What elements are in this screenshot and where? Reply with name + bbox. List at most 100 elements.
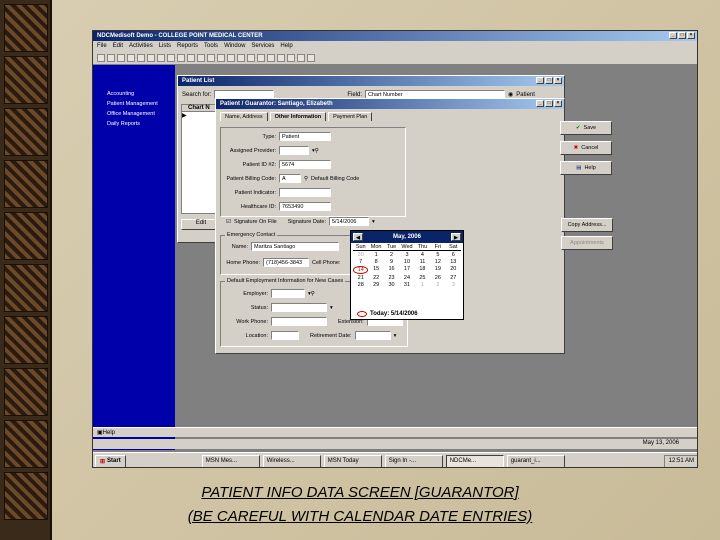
calendar-day[interactable]: 1 [415, 282, 430, 288]
menu-activities[interactable]: Activities [129, 43, 153, 49]
calendar-day[interactable]: 19 [430, 266, 445, 274]
calendar-day[interactable]: 8 [368, 259, 383, 265]
toolbar-icon[interactable] [147, 53, 155, 62]
calendar-day[interactable]: 23 [384, 275, 399, 281]
minimize-button[interactable]: _ [536, 100, 544, 107]
toolbar-icon[interactable] [157, 53, 165, 62]
calendar-day-selected[interactable]: 14 [353, 266, 369, 274]
location-input[interactable] [271, 331, 299, 340]
calendar-day[interactable]: 29 [368, 282, 383, 288]
calendar-day[interactable]: 4 [415, 252, 430, 258]
task-guarantor-image[interactable]: guarant_i... [506, 454, 565, 467]
calendar-day[interactable]: 9 [384, 259, 399, 265]
menu-file[interactable]: File [97, 43, 107, 49]
menu-edit[interactable]: Edit [113, 43, 123, 49]
toolbar-icon[interactable] [137, 53, 145, 62]
start-button[interactable]: ⊞ Start [95, 454, 126, 467]
toolbar-icon[interactable] [307, 53, 315, 62]
close-button[interactable]: × [554, 100, 562, 107]
cancel-button[interactable]: ✖ Cancel [560, 141, 612, 155]
toolbar-icon[interactable] [297, 53, 305, 62]
toolbar-icon[interactable] [227, 53, 235, 62]
work-phone-input[interactable] [271, 317, 327, 326]
calendar-day[interactable]: 10 [399, 259, 414, 265]
nav-accounting[interactable]: Accounting [107, 91, 175, 97]
toolbar-icon[interactable] [217, 53, 225, 62]
calendar-day[interactable]: 30 [384, 282, 399, 288]
calendar-day[interactable]: 31 [399, 282, 414, 288]
toolbar-icon[interactable] [177, 53, 185, 62]
calendar-day[interactable]: 20 [446, 266, 461, 274]
tab-name-address[interactable]: Name, Address [220, 112, 268, 121]
minimize-button[interactable]: _ [669, 32, 677, 39]
lookup-icon[interactable]: ▾⚲ [308, 291, 315, 297]
nav-office-management[interactable]: Office Management [107, 111, 175, 117]
task-msn-messenger[interactable]: MSN Mes... [201, 454, 260, 467]
toolbar-icon[interactable] [237, 53, 245, 62]
toolbar-icon[interactable] [257, 53, 265, 62]
status-dropdown-icon[interactable]: ▾ [330, 305, 333, 311]
toolbar-icon[interactable] [197, 53, 205, 62]
prev-month-button[interactable]: ◀ [353, 233, 363, 241]
calendar-day[interactable]: 18 [415, 266, 430, 274]
minimize-button[interactable]: _ [536, 77, 544, 84]
save-button[interactable]: ✔ Save [560, 121, 612, 135]
status-select[interactable] [271, 303, 327, 312]
calendar-today[interactable]: Today: 5/14/2006 [357, 311, 418, 317]
tab-other-information[interactable]: Other Information [269, 112, 327, 121]
employer-select[interactable] [271, 289, 305, 298]
billing-code-select[interactable]: A [279, 174, 301, 183]
toolbar-icon[interactable] [117, 53, 125, 62]
type-select[interactable]: Patient [279, 132, 331, 141]
calendar-day[interactable]: 3 [399, 252, 414, 258]
toolbar-icon[interactable] [267, 53, 275, 62]
patient-indicator-input[interactable] [279, 188, 331, 197]
assigned-provider-select[interactable] [279, 146, 309, 155]
copy-address-button[interactable]: Copy Address... [561, 218, 613, 232]
maximize-button[interactable]: □ [545, 100, 553, 107]
calendar-day[interactable]: 6 [446, 252, 461, 258]
menu-services[interactable]: Services [251, 43, 274, 49]
date-dropdown-icon[interactable]: ▾ [372, 219, 375, 225]
calendar-day[interactable]: 27 [446, 275, 461, 281]
maximize-button[interactable]: □ [545, 77, 553, 84]
menu-help[interactable]: Help [280, 43, 292, 49]
toolbar-icon[interactable] [247, 53, 255, 62]
menu-reports[interactable]: Reports [177, 43, 198, 49]
calendar-day[interactable]: 28 [353, 282, 368, 288]
calendar-day[interactable]: 5 [430, 252, 445, 258]
calendar-day[interactable]: 25 [415, 275, 430, 281]
toolbar-icon[interactable] [107, 53, 115, 62]
patient-radio[interactable]: ◉ [508, 91, 513, 98]
calendar-day[interactable]: 22 [368, 275, 383, 281]
retirement-date-input[interactable] [354, 331, 391, 340]
calendar-day[interactable]: 2 [430, 282, 445, 288]
toolbar-icon[interactable] [207, 53, 215, 62]
patient-id2-input[interactable]: 5674 [279, 160, 331, 169]
task-ndcmedisoft[interactable]: NDCMe... [445, 454, 504, 467]
close-button[interactable]: × [554, 77, 562, 84]
toolbar-icon[interactable] [127, 53, 135, 62]
calendar-day[interactable]: 15 [368, 266, 383, 274]
close-button[interactable]: × [687, 32, 695, 39]
next-month-button[interactable]: ▶ [450, 233, 461, 241]
calendar-day[interactable]: 26 [430, 275, 445, 281]
nav-daily-reports[interactable]: Daily Reports [107, 121, 175, 127]
calendar-day[interactable]: 12 [430, 259, 445, 265]
calendar-day[interactable]: 17 [399, 266, 414, 274]
calendar-day[interactable]: 30 [353, 252, 368, 258]
signature-checkbox[interactable]: ☑ [226, 219, 231, 225]
toolbar-icon[interactable] [287, 53, 295, 62]
calendar-day[interactable]: 3 [446, 282, 461, 288]
appointments-button[interactable]: Appointments [561, 236, 613, 250]
toolbar-icon[interactable] [277, 53, 285, 62]
lookup-icon[interactable]: ⚲ [304, 176, 308, 182]
maximize-button[interactable]: □ [678, 32, 686, 39]
tray-clock[interactable]: 12:51 AM [669, 458, 694, 464]
healthcare-id-input[interactable]: 7653490 [279, 202, 331, 211]
toolbar-icon[interactable] [97, 53, 105, 62]
tab-payment-plan[interactable]: Payment Plan [328, 112, 373, 121]
signature-date-input[interactable]: 5/14/2006 [328, 217, 369, 226]
date-dropdown-icon[interactable]: ▾ [394, 333, 397, 339]
calendar-day[interactable]: 13 [446, 259, 461, 265]
